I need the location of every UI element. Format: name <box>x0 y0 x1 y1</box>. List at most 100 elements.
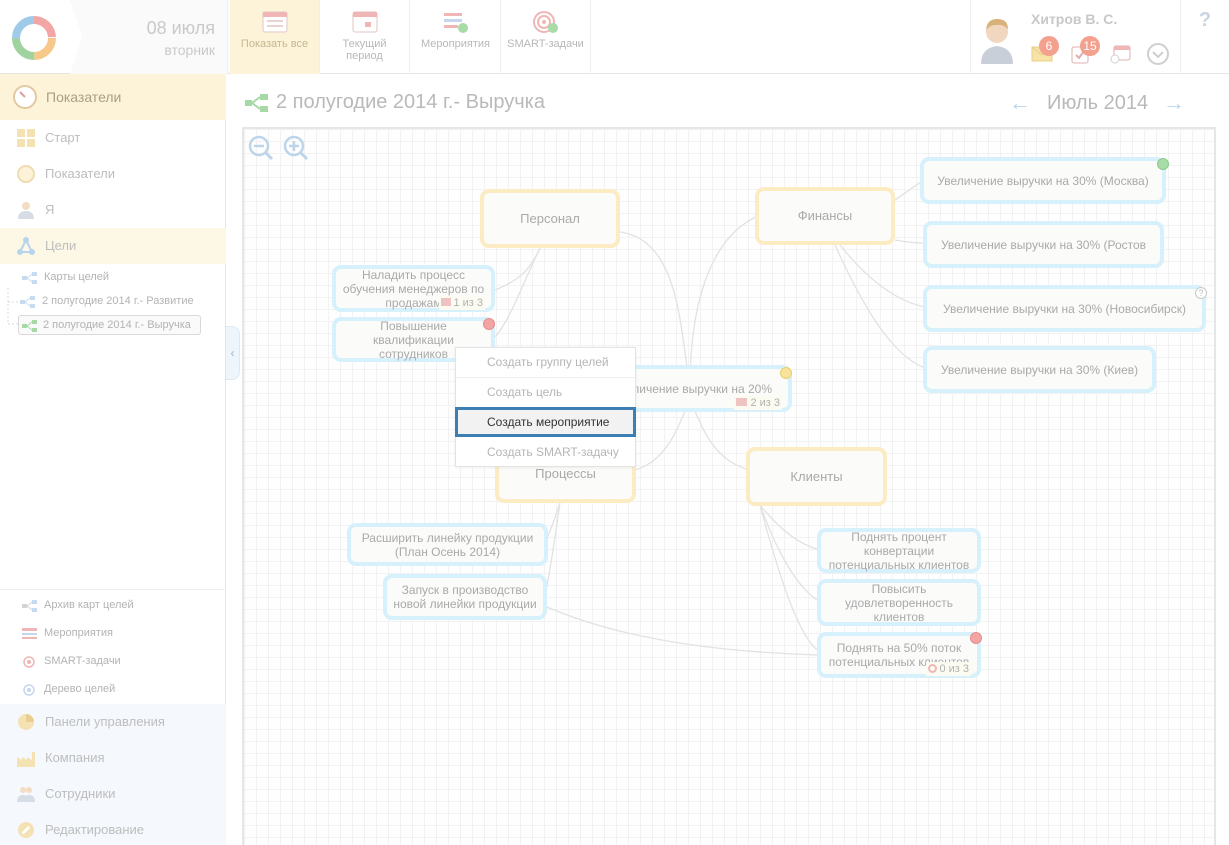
goal-node-moscow[interactable]: Увеличение выручки на 30% (Москва) <box>920 157 1166 204</box>
smart-tasks-label: SMART-задачи <box>507 38 584 50</box>
user-icon <box>18 202 34 219</box>
status-green-icon <box>1157 158 1169 170</box>
goal-node-rostov[interactable]: Увеличение выручки на 30% (Ростов <box>923 221 1164 268</box>
node-label: Расширить линейку продукции (План Осень … <box>361 530 534 559</box>
category-node-personnel[interactable]: Персонал <box>480 189 620 248</box>
goal-node-product-line[interactable]: Расширить линейку продукции (План Осень … <box>347 523 548 566</box>
next-month-arrow-icon[interactable]: → <box>1161 92 1187 114</box>
sidebar-item-me[interactable]: Я <box>0 192 226 228</box>
goal-node-client-flow[interactable]: Поднять на 50% поток потенциальных клиен… <box>817 632 981 678</box>
events-label: Мероприятия <box>421 38 490 50</box>
node-label: Поднять процент конвертации потенциальны… <box>828 529 970 572</box>
mail-badge: 6 <box>1039 36 1059 56</box>
user-name[interactable]: Хитров В. С. <box>1031 11 1117 27</box>
calendar-icon <box>352 11 377 33</box>
goal-node-production-launch[interactable]: Запуск в производство новой линейки прод… <box>383 574 547 620</box>
goal-map-active-icon <box>22 320 37 332</box>
node-label: Увеличение выручки на 30% (Киев) <box>940 362 1139 377</box>
page-title: 2 полугодие 2014 г.- Выручка <box>276 91 545 113</box>
archive-label: Архив карт целей <box>44 599 134 611</box>
status-yellow-icon <box>780 367 792 379</box>
current-period-label: Текущий период <box>342 38 387 62</box>
goals-network-icon <box>17 237 35 255</box>
help-icon[interactable]: ? <box>1180 0 1229 74</box>
events-button[interactable]: Мероприятия <box>411 0 501 74</box>
tasks-badge: 15 <box>1080 36 1100 56</box>
target-icon <box>23 656 35 668</box>
events-icon <box>22 628 37 639</box>
events-icon <box>443 13 468 33</box>
goal-maps-label: Карты целей <box>44 271 110 283</box>
menu-item-create-smart-task[interactable]: Создать SMART-задачу <box>456 438 635 468</box>
menu-item-create-goal[interactable]: Создать цель <box>456 378 635 408</box>
category-node-clients[interactable]: Клиенты <box>746 447 887 506</box>
goal-map-icon <box>245 94 268 112</box>
calendar-clock-icon[interactable] <box>1109 44 1131 64</box>
date-day: 08 июля <box>146 18 215 38</box>
sidebar-item-start[interactable]: Старт <box>0 120 226 156</box>
date-display: 08 июля вторник <box>70 0 228 74</box>
goal-node-satisfaction[interactable]: Повысить удовлетворенность клиентов <box>817 579 981 626</box>
sidebar-divider <box>0 589 226 590</box>
goal-node-kiev[interactable]: Увеличение выручки на 30% (Киев) <box>923 346 1156 393</box>
goal-map-label: 2 полугодие 2014 г.- Выручка <box>43 319 191 331</box>
avatar[interactable] <box>977 12 1017 64</box>
sidebar-item-editing[interactable]: Редактирование <box>0 812 226 845</box>
node-label: Клиенты <box>790 468 843 484</box>
node-label: Увеличение выручки на 30% (Москва) <box>937 173 1149 188</box>
goal-tree-link[interactable]: Дерево целей <box>22 683 202 697</box>
node-label: Увеличение выручки на 30% (Новосибирск) <box>943 301 1186 316</box>
status-question-icon: ? <box>1195 287 1207 299</box>
current-period-button[interactable]: Текущий период <box>320 0 410 74</box>
sidebar-item-dashboards[interactable]: Панели управления <box>0 704 226 740</box>
goal-map-label: 2 полугодие 2014 г.- Развитие <box>42 295 194 307</box>
prev-month-arrow-icon[interactable]: ← <box>1007 92 1033 114</box>
sidebar-header[interactable]: Показатели <box>0 74 226 120</box>
category-node-finance[interactable]: Финансы <box>755 187 895 245</box>
context-menu: Создать группу целей Создать цель Создат… <box>455 347 636 467</box>
sidebar-header-label: Показатели <box>46 89 122 105</box>
smart-tasks-label: SMART-задачи <box>44 655 121 667</box>
events-link[interactable]: Мероприятия <box>22 627 202 641</box>
sidebar-item-label: Панели управления <box>45 714 165 729</box>
archive-link[interactable]: Архив карт целей <box>22 599 202 613</box>
goal-maps-link[interactable]: Карты целей <box>22 271 202 285</box>
sidebar-item-goals[interactable]: Цели <box>0 228 226 264</box>
date-weekday: вторник <box>164 42 215 58</box>
goal-node-sales-training[interactable]: Наладить процесс обучения менеджеров по … <box>332 265 495 312</box>
goal-map-item-development[interactable]: 2 полугодие 2014 г.- Развитие <box>20 295 206 309</box>
goal-tree-label: Дерево целей <box>44 683 116 695</box>
node-label: Повысить удовлетворенность клиентов <box>844 581 954 624</box>
app-logo-icon[interactable] <box>10 14 58 62</box>
user-panel: Хитров В. С. 6 15 <box>970 0 1180 74</box>
goal-node-conversion[interactable]: Поднять процент конвертации потенциальны… <box>817 528 981 573</box>
smart-tasks-button[interactable]: SMART-задачи <box>501 0 591 74</box>
top-bar: 08 июля вторник Показать все Текущий пер… <box>0 0 1229 74</box>
pie-chart-icon <box>18 714 34 730</box>
node-label: Персонал <box>520 210 580 226</box>
menu-item-create-goal-group[interactable]: Создать группу целей <box>456 348 635 378</box>
goal-node-novosibirsk[interactable]: Увеличение выручки на 30% (Новосибирск) <box>923 285 1206 332</box>
smart-tasks-link[interactable]: SMART-задачи <box>22 655 202 669</box>
node-label: Запуск в производство новой линейки прод… <box>393 583 537 611</box>
chevron-down-icon[interactable] <box>1146 42 1170 66</box>
calendar-list-icon <box>262 11 287 33</box>
goal-map-item-revenue[interactable]: 2 полугодие 2014 г.- Выручка <box>18 315 201 335</box>
edit-icon <box>18 822 34 838</box>
progress-meta: 0 из 3 <box>926 662 971 676</box>
sidebar-item-indicators[interactable]: Показатели <box>0 156 226 192</box>
goal-map-icon <box>22 272 37 284</box>
sidebar-item-employees[interactable]: Сотрудники <box>0 776 226 812</box>
users-icon <box>17 787 35 802</box>
archive-map-icon <box>22 600 37 612</box>
target-icon <box>928 664 938 673</box>
menu-item-create-event[interactable]: Создать мероприятие <box>455 407 636 437</box>
sidebar-item-company[interactable]: Компания <box>0 740 226 776</box>
sidebar-collapse-toggle[interactable]: ‹ <box>226 326 240 380</box>
events-icon <box>736 398 748 406</box>
show-all-button[interactable]: Показать все <box>230 0 320 74</box>
goal-map-icon <box>20 296 35 308</box>
sidebar-item-label: Показатели <box>45 166 115 181</box>
goal-tree-icon <box>23 684 35 696</box>
node-label: Увеличение выручки на 30% (Ростов <box>940 237 1147 252</box>
